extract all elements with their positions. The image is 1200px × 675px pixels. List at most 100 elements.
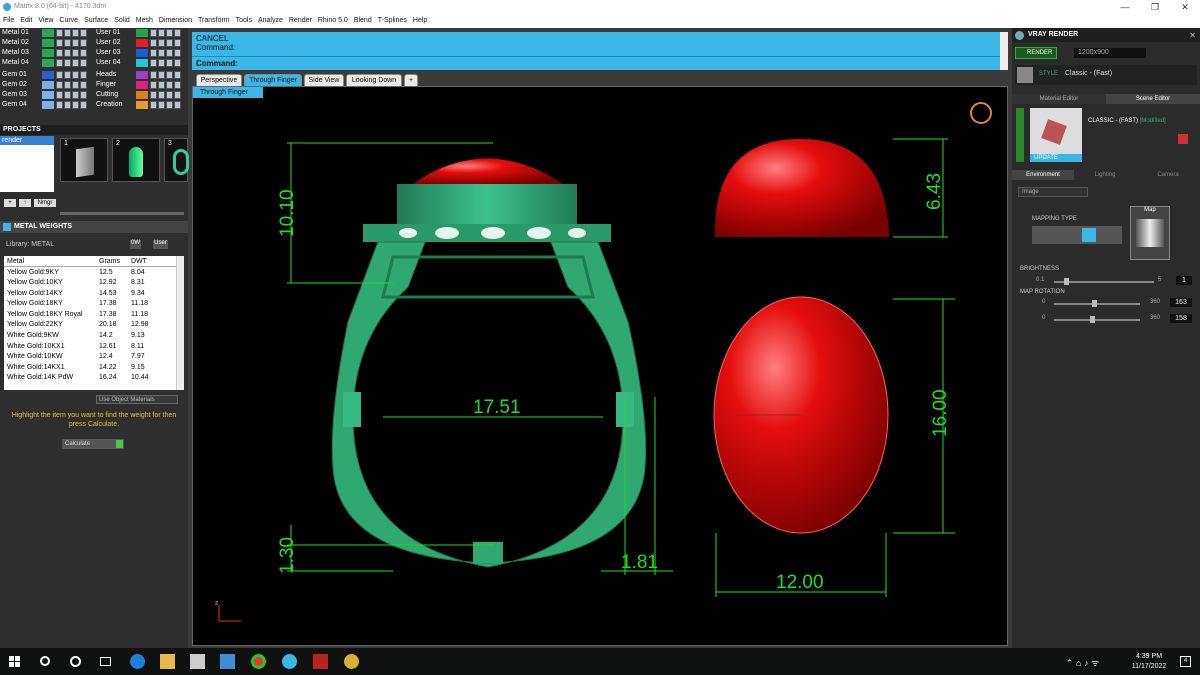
layer-color-swatch[interactable] — [42, 29, 54, 37]
layer-lock-icon[interactable] — [64, 49, 71, 57]
menu-surface[interactable]: Surface — [81, 14, 111, 28]
layer-select-icon[interactable] — [80, 101, 87, 109]
layer-lock-icon[interactable] — [64, 71, 71, 79]
viewport[interactable]: Through Finger 10.10 17.51 1.30 1.81 6.4… — [192, 86, 1008, 646]
project-thumb-2[interactable]: 2 — [112, 138, 160, 182]
menu-blend[interactable]: Blend — [351, 14, 375, 28]
tab-lighting[interactable]: Lighting — [1074, 170, 1136, 180]
layer-visible-icon[interactable] — [150, 101, 157, 109]
menu-edit[interactable]: Edit — [17, 14, 35, 28]
menu-tsplines[interactable]: T-Splines — [375, 14, 410, 28]
layer-select-icon[interactable] — [174, 101, 181, 109]
menu-tools[interactable]: Tools — [233, 14, 255, 28]
rotation-value-1[interactable]: 163 — [1170, 298, 1192, 307]
layer-select-icon[interactable] — [80, 71, 87, 79]
layer-row-left-3[interactable]: Metal 03 — [0, 48, 90, 58]
layer-color-swatch[interactable] — [136, 71, 148, 79]
layer-color-swatch[interactable] — [42, 71, 54, 79]
table-scrollbar[interactable] — [176, 256, 184, 390]
layer-visible-icon[interactable] — [56, 101, 63, 109]
layer-row-left-4[interactable]: Metal 04 — [0, 58, 90, 68]
tab-material-editor[interactable]: Material Editor — [1012, 94, 1106, 104]
layer-row-left-7[interactable]: Gem 03 — [0, 90, 90, 100]
user-toggle[interactable]: User — [153, 240, 168, 249]
start-icon[interactable] — [9, 656, 20, 667]
layer-row-right-2[interactable]: User 02 — [94, 38, 184, 48]
brightness-slider[interactable] — [1054, 278, 1154, 285]
table-row[interactable]: White Gold:14KX1 14.22 9.15 — [4, 362, 176, 373]
layer-visible-icon[interactable] — [150, 71, 157, 79]
menu-solid[interactable]: Solid — [111, 14, 133, 28]
app-icon-red[interactable] — [313, 654, 328, 669]
layer-visible-icon[interactable] — [56, 91, 63, 99]
layer-lock-icon[interactable] — [64, 39, 71, 47]
layer-color-swatch[interactable] — [42, 101, 54, 109]
layer-select-icon[interactable] — [174, 91, 181, 99]
layer-select-icon[interactable] — [174, 81, 181, 89]
brightness-value[interactable]: 1 — [1176, 276, 1192, 285]
layer-select-icon[interactable] — [80, 59, 87, 67]
close-button[interactable]: ✕ — [1170, 0, 1200, 14]
tab-side-view[interactable]: Side View — [304, 74, 344, 86]
layer-print-icon[interactable] — [166, 91, 173, 99]
layer-lock-icon[interactable] — [64, 29, 71, 37]
layer-print-icon[interactable] — [72, 91, 79, 99]
app-icon-gold[interactable] — [344, 654, 359, 669]
rotation-value-2[interactable]: 158 — [1170, 314, 1192, 323]
resolution-field[interactable]: 1200x900 — [1074, 48, 1146, 58]
table-row[interactable]: White Gold:10KW 12.4 7.97 — [4, 351, 176, 362]
layer-visible-icon[interactable] — [150, 39, 157, 47]
layer-color-swatch[interactable] — [136, 101, 148, 109]
layer-visible-icon[interactable] — [56, 59, 63, 67]
layer-print-icon[interactable] — [72, 59, 79, 67]
layer-row-right-7[interactable]: Cutting — [94, 90, 184, 100]
tab-looking-down[interactable]: Looking Down — [346, 74, 402, 86]
layer-select-icon[interactable] — [174, 59, 181, 67]
layer-visible-icon[interactable] — [56, 81, 63, 89]
layer-row-right-4[interactable]: User 04 — [94, 58, 184, 68]
tab-perspective[interactable]: Perspective — [196, 74, 242, 86]
layer-select-icon[interactable] — [80, 81, 87, 89]
table-row[interactable]: Yellow Gold:9KY 12.5 8.04 — [4, 267, 176, 278]
tray-icons[interactable]: ⌃ ⌂ ♪ ᯤ — [1066, 656, 1099, 669]
update-button[interactable]: UPDATE — [1030, 154, 1082, 162]
layer-lock-icon[interactable] — [64, 81, 71, 89]
layer-select-icon[interactable] — [174, 49, 181, 57]
layer-visible-icon[interactable] — [56, 29, 63, 37]
edge-icon[interactable] — [130, 654, 145, 669]
layer-lock-icon[interactable] — [158, 81, 165, 89]
layer-print-icon[interactable] — [166, 39, 173, 47]
mail-icon[interactable] — [220, 654, 235, 669]
mapping-type-buttons[interactable] — [1032, 226, 1122, 244]
layer-lock-icon[interactable] — [158, 29, 165, 37]
table-row[interactable]: White Gold:9KW 14.2 9.13 — [4, 330, 176, 341]
layer-select-icon[interactable] — [174, 39, 181, 47]
maximize-button[interactable]: ❐ — [1140, 0, 1170, 14]
file-explorer-icon[interactable] — [160, 654, 175, 669]
layer-lock-icon[interactable] — [158, 101, 165, 109]
mapping-type-selected[interactable] — [1082, 228, 1096, 242]
tab-through-finger[interactable]: Through Finger — [244, 74, 302, 86]
layer-print-icon[interactable] — [72, 101, 79, 109]
menu-rhino[interactable]: Rhino 5.0 — [315, 14, 351, 28]
layer-color-swatch[interactable] — [42, 81, 54, 89]
layer-row-right-6[interactable]: Finger — [94, 80, 184, 90]
layer-row-left-2[interactable]: Metal 02 — [0, 38, 90, 48]
layer-color-swatch[interactable] — [136, 91, 148, 99]
clock[interactable]: 4:39 PM 11/17/2022 — [1124, 652, 1174, 672]
layer-row-left-6[interactable]: Gem 02 — [0, 80, 90, 90]
menu-analyze[interactable]: Analyze — [255, 14, 286, 28]
layer-visible-icon[interactable] — [56, 71, 63, 79]
table-row[interactable]: Yellow Gold:18KY Royal 17.38 11.18 — [4, 309, 176, 320]
nmgr-button[interactable]: Nmgr — [34, 199, 56, 207]
layer-print-icon[interactable] — [166, 81, 173, 89]
layer-row-right-3[interactable]: User 03 — [94, 48, 184, 58]
table-row[interactable]: Yellow Gold:18KY 17.38 11.18 — [4, 298, 176, 309]
search-icon[interactable] — [40, 656, 50, 666]
layer-color-swatch[interactable] — [42, 39, 54, 47]
tab-camera[interactable]: Camera — [1136, 170, 1200, 180]
menu-dimension[interactable]: Dimension — [156, 14, 195, 28]
render-button[interactable]: RENDER — [1015, 47, 1057, 59]
layer-lock-icon[interactable] — [158, 49, 165, 57]
layer-print-icon[interactable] — [166, 71, 173, 79]
